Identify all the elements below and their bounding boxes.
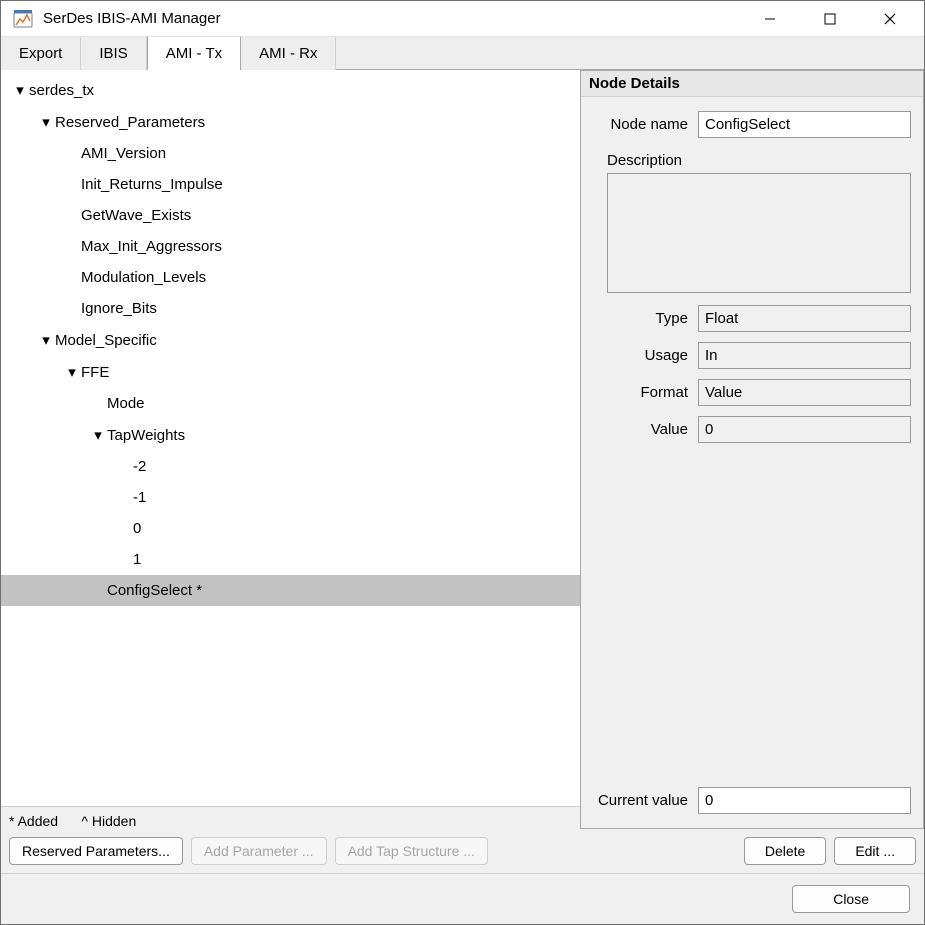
node-detail-buttons: Delete Edit ... [580, 829, 924, 873]
description-field[interactable] [607, 173, 911, 293]
type-label: Type [593, 310, 698, 327]
tree-item-label: -1 [133, 489, 146, 506]
tree-item-label: Model_Specific [55, 332, 157, 349]
tree-item[interactable]: Mode [1, 388, 580, 419]
tree-item[interactable]: -1 [1, 482, 580, 513]
tree-item[interactable]: ▾FFE [1, 356, 580, 388]
tree-item-label: 1 [133, 551, 141, 568]
node-details-header: Node Details [581, 71, 923, 97]
tree-item[interactable]: ▾serdes_tx [1, 74, 580, 106]
tree-item[interactable]: AMI_Version [1, 138, 580, 169]
collapse-icon[interactable]: ▾ [91, 426, 105, 444]
tree-item-label: 0 [133, 520, 141, 537]
tab-export[interactable]: Export [1, 37, 81, 70]
tree-item[interactable]: Max_Init_Aggressors [1, 231, 580, 262]
tree-item[interactable]: ▾TapWeights [1, 419, 580, 451]
legend: * Added ^ Hidden [1, 806, 580, 833]
tree-item[interactable]: Init_Returns_Impulse [1, 169, 580, 200]
collapse-icon[interactable]: ▾ [13, 81, 27, 99]
collapse-icon[interactable]: ▾ [65, 363, 79, 381]
tab-ami-tx[interactable]: AMI - Tx [147, 37, 241, 70]
node-name-label: Node name [593, 116, 698, 133]
tree-buttons: Reserved Parameters... Add Parameter ...… [1, 833, 580, 873]
type-field[interactable] [698, 305, 911, 332]
node-name-field[interactable] [698, 111, 911, 138]
tree-item-label: FFE [81, 364, 109, 381]
bottom-bar: Close [1, 874, 924, 924]
tree-item-label: serdes_tx [29, 82, 94, 99]
add-parameter-button[interactable]: Add Parameter ... [191, 837, 327, 865]
tree-item-label: Ignore_Bits [81, 300, 157, 317]
minimize-button[interactable] [740, 2, 800, 36]
tree-item-label: ConfigSelect * [107, 582, 202, 599]
tree-item-label: Max_Init_Aggressors [81, 238, 222, 255]
window-title: SerDes IBIS-AMI Manager [43, 10, 740, 27]
tree-item[interactable]: ConfigSelect * [1, 575, 580, 606]
value-label: Value [593, 421, 698, 438]
tree-item-label: AMI_Version [81, 145, 166, 162]
tab-ami-rx[interactable]: AMI - Rx [241, 37, 336, 70]
usage-field[interactable] [698, 342, 911, 369]
titlebar: SerDes IBIS-AMI Manager [1, 1, 924, 37]
tab-bar: ExportIBISAMI - TxAMI - Rx [1, 37, 924, 70]
edit-button[interactable]: Edit ... [834, 837, 916, 865]
reserved-parameters-button[interactable]: Reserved Parameters... [9, 837, 183, 865]
value-field[interactable] [698, 416, 911, 443]
add-tap-structure-button[interactable]: Add Tap Structure ... [335, 837, 488, 865]
tree-item-label: TapWeights [107, 427, 185, 444]
tree-item[interactable]: 0 [1, 513, 580, 544]
node-details-panel: Node Details Node name Description Type … [580, 70, 924, 829]
tree-item[interactable]: 1 [1, 544, 580, 575]
app-window: SerDes IBIS-AMI Manager ExportIBISAMI - … [0, 0, 925, 925]
maximize-icon [824, 13, 836, 25]
format-field[interactable] [698, 379, 911, 406]
collapse-icon[interactable]: ▾ [39, 113, 53, 131]
close-button[interactable] [860, 2, 920, 36]
tree-item[interactable]: GetWave_Exists [1, 200, 580, 231]
tree-panel: ▾serdes_tx▾Reserved_ParametersAMI_Versio… [1, 70, 580, 873]
tree-item[interactable]: ▾Model_Specific [1, 324, 580, 356]
tree-item-label: Modulation_Levels [81, 269, 206, 286]
tab-ibis[interactable]: IBIS [81, 37, 146, 70]
delete-button[interactable]: Delete [744, 837, 826, 865]
description-label: Description [593, 152, 911, 169]
tree-item[interactable]: Ignore_Bits [1, 293, 580, 324]
maximize-button[interactable] [800, 2, 860, 36]
current-value-label: Current value [593, 792, 698, 809]
tree-item-label: Reserved_Parameters [55, 114, 205, 131]
minimize-icon [764, 13, 776, 25]
window-controls [740, 2, 920, 36]
app-icon [13, 9, 33, 29]
tree-item[interactable]: ▾Reserved_Parameters [1, 106, 580, 138]
close-icon [884, 13, 896, 25]
tree-item-label: Init_Returns_Impulse [81, 176, 223, 193]
close-dialog-button[interactable]: Close [792, 885, 910, 913]
main-area: ▾serdes_tx▾Reserved_ParametersAMI_Versio… [1, 70, 924, 874]
collapse-icon[interactable]: ▾ [39, 331, 53, 349]
tree-item-label: Mode [107, 395, 145, 412]
parameter-tree[interactable]: ▾serdes_tx▾Reserved_ParametersAMI_Versio… [1, 70, 580, 806]
tree-item-label: -2 [133, 458, 146, 475]
current-value-field[interactable] [698, 787, 911, 814]
tree-item-label: GetWave_Exists [81, 207, 191, 224]
legend-added: * Added [9, 813, 58, 829]
format-label: Format [593, 384, 698, 401]
tree-item[interactable]: Modulation_Levels [1, 262, 580, 293]
legend-hidden: ^ Hidden [81, 813, 136, 829]
usage-label: Usage [593, 347, 698, 364]
tree-item[interactable]: -2 [1, 451, 580, 482]
